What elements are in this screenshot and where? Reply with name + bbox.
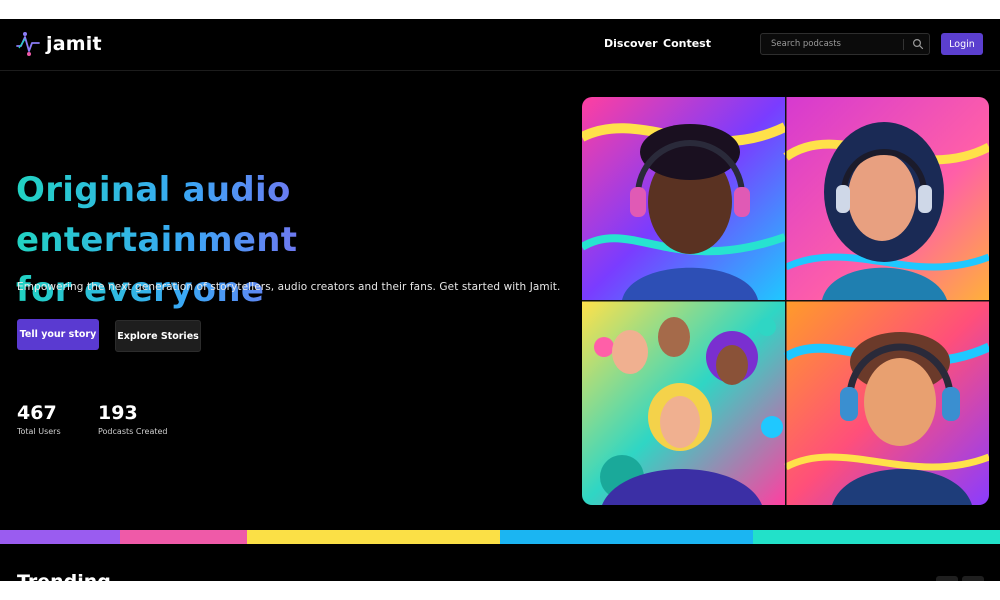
hero-image-collage <box>582 97 989 505</box>
stat-label: Total Users <box>17 427 61 436</box>
search-box <box>760 33 930 55</box>
nav-discover[interactable]: Discover <box>604 37 658 50</box>
stat-value: 193 <box>98 402 138 424</box>
explore-stories-button[interactable]: Explore Stories <box>115 320 201 352</box>
stripe-segment <box>0 530 120 544</box>
stripe-segment <box>753 530 1000 544</box>
nav-contest[interactable]: Contest <box>663 37 711 50</box>
stat-total-users: 467 Total Users <box>17 402 61 436</box>
hero-headline-line1: Original audio entertainment <box>16 170 298 260</box>
brand-name: jamit <box>46 33 102 55</box>
hero-subtitle: Empowering the next generation of storyt… <box>17 281 561 293</box>
top-navbar: jamit Discover Contest Login <box>0 19 1000 71</box>
section-heading: Trending <box>17 571 111 581</box>
tell-your-story-button[interactable]: Tell your story <box>17 319 99 350</box>
stat-value: 467 <box>17 402 57 424</box>
search-input[interactable] <box>761 34 911 54</box>
search-icon[interactable] <box>912 38 924 50</box>
login-button[interactable]: Login <box>941 33 983 55</box>
stripe-segment <box>500 530 753 544</box>
color-stripe <box>0 530 1000 544</box>
stat-label: Podcasts Created <box>98 427 168 436</box>
stripe-segment <box>247 530 500 544</box>
stripe-segment <box>120 530 247 544</box>
top-margin <box>0 0 1000 19</box>
stat-podcasts-created: 193 Podcasts Created <box>98 402 168 436</box>
search-divider <box>903 39 904 50</box>
bottom-margin <box>0 581 1000 600</box>
brand-logo[interactable]: jamit <box>16 31 102 57</box>
app-page: jamit Discover Contest Login Original au… <box>0 19 1000 581</box>
collage-illustration <box>582 97 989 505</box>
logo-icon <box>16 32 40 56</box>
